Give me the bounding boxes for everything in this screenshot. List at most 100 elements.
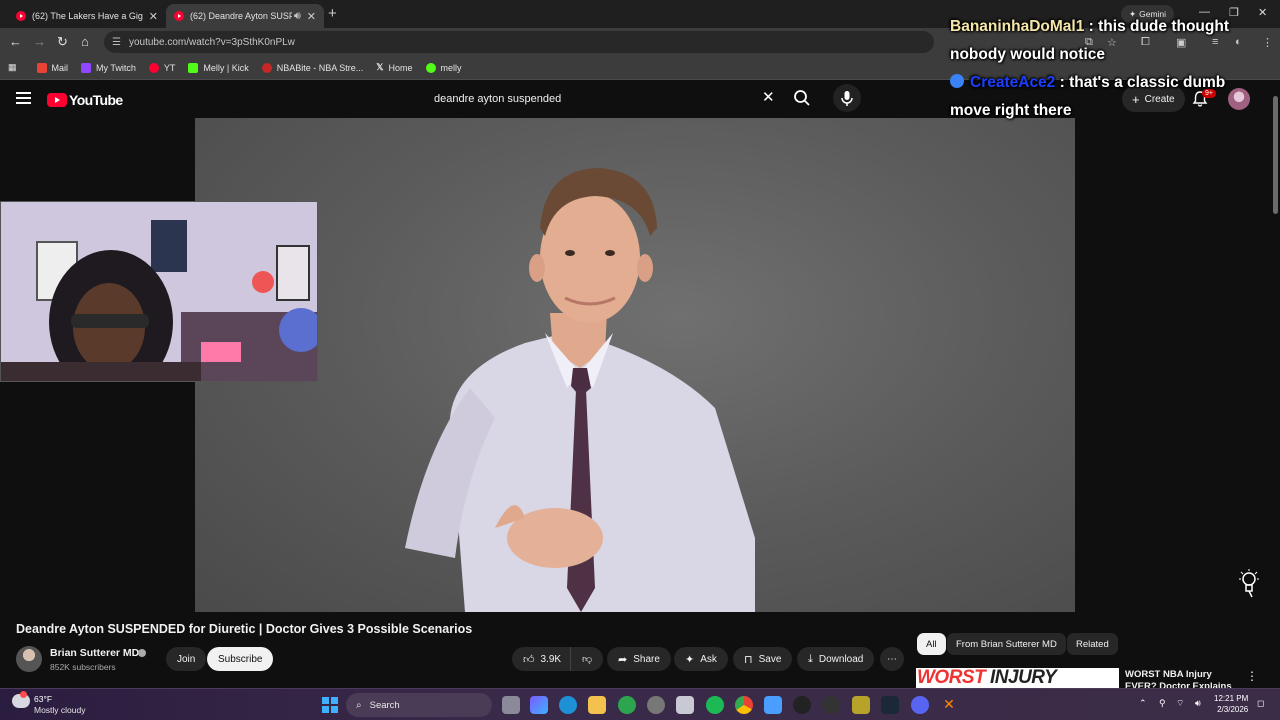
join-button[interactable]: Join — [166, 647, 207, 671]
related-video-title[interactable]: WORST NBA Injury EVER? Doctor Explains S… — [1125, 669, 1245, 688]
apps-grid-icon[interactable]: ▦ — [8, 62, 17, 73]
task-view-icon[interactable] — [502, 696, 520, 714]
download-button[interactable]: ⤓ Download — [797, 647, 875, 671]
bookmark-my-twitch[interactable]: My Twitch — [81, 62, 136, 73]
tab-title: (62) The Lakers Have a Gigantic — [32, 11, 143, 21]
weather-cloud-icon[interactable] — [12, 691, 30, 708]
video-title: Deandre Ayton SUSPENDED for Diuretic | D… — [16, 622, 473, 636]
thumbs-down-icon: 👎︎ — [582, 654, 593, 665]
save-button[interactable]: ⊓ Save — [733, 647, 793, 671]
taskbar-clock[interactable]: 12:21 PM 2/3/2026 — [1214, 694, 1248, 715]
speaker-icon[interactable]: 🔊︎ — [294, 10, 301, 23]
chip-from-channel[interactable]: From Brian Sutterer MD — [947, 633, 1066, 655]
app-icon[interactable]: ✕ — [940, 696, 958, 714]
discord-icon[interactable] — [911, 696, 929, 714]
chat-message: BananinhaDoMal1 : this dude thought nobo… — [950, 13, 1250, 69]
close-tab-icon[interactable]: ✕ — [149, 10, 158, 23]
video-frame-presenter — [405, 168, 755, 612]
bookmark-yt[interactable]: YT — [148, 62, 175, 73]
chrome-icon[interactable] — [735, 696, 753, 714]
gmail-icon — [36, 62, 47, 73]
subscribe-button[interactable]: Subscribe — [207, 647, 274, 671]
window-close-icon[interactable]: ✕ — [1258, 6, 1267, 19]
reload-icon[interactable]: ↻ — [57, 34, 68, 50]
address-bar[interactable]: ☰ youtube.com/watch?v=3pSthK0nPLw — [104, 31, 934, 53]
verified-check-icon — [138, 649, 146, 657]
search-icon[interactable] — [793, 89, 811, 107]
chip-all[interactable]: All — [917, 633, 946, 655]
youtube-favicon-icon — [174, 11, 184, 21]
settings-gear-icon[interactable] — [647, 696, 665, 714]
lightbulb-icon[interactable] — [1236, 568, 1262, 598]
like-button[interactable]: 👍︎ 3.9K — [512, 647, 572, 671]
forward-icon[interactable]: → — [33, 34, 46, 49]
x-logo-icon: 𝕏 — [376, 62, 384, 72]
bookmark-melly[interactable]: melly — [425, 62, 462, 73]
volume-icon[interactable]: 🔊︎ — [1195, 698, 1201, 709]
chat-username: BananinhaDoMal1 — [950, 18, 1085, 35]
new-tab-button[interactable]: + — [328, 5, 337, 22]
notification-center-icon[interactable]: ◻ — [1257, 698, 1264, 709]
verified-badge-icon — [950, 74, 964, 88]
dislike-button[interactable]: 👎︎ — [570, 647, 604, 671]
page-scrollbar-thumb[interactable] — [1273, 96, 1278, 214]
temperature: 63°F — [34, 694, 53, 704]
back-icon[interactable]: ← — [9, 34, 22, 49]
bookmark-melly-kick[interactable]: Melly | Kick — [188, 62, 249, 73]
bookmark-label: NBABite - NBA Stre... — [276, 62, 364, 73]
bookmark-label: My Twitch — [96, 62, 136, 73]
share-button[interactable]: ➦ Share — [607, 647, 671, 671]
clear-search-icon[interactable]: ✕ — [762, 90, 775, 105]
taskbar-search-label: Search — [369, 699, 400, 711]
copilot-icon[interactable] — [530, 696, 548, 714]
home-icon[interactable]: ⌂ — [81, 34, 89, 49]
chip-related[interactable]: Related — [1067, 633, 1118, 655]
obs-icon[interactable] — [822, 696, 840, 714]
taskbar-search[interactable]: ⌕ Search — [346, 693, 492, 717]
tab-title: (62) Deandre Ayton SUSPENDED — [190, 11, 292, 21]
store-icon[interactable] — [676, 696, 694, 714]
join-label: Join — [177, 653, 196, 665]
media-player-icon[interactable] — [793, 696, 811, 714]
bookmark-nbabite[interactable]: NBABite - NBA Stre... — [261, 62, 364, 73]
voice-search-button[interactable] — [833, 84, 861, 112]
ask-button[interactable]: ✦ Ask — [674, 647, 728, 671]
tray-chevron-icon[interactable]: ⌃ — [1139, 698, 1147, 709]
thumbs-up-icon: 👍︎ — [523, 653, 535, 666]
photos-icon[interactable] — [764, 696, 782, 714]
browser-tab-lakers[interactable]: (62) The Lakers Have a Gigantic ✕ — [8, 4, 166, 28]
spotify-icon[interactable] — [706, 696, 724, 714]
bookmark-icon: ⊓ — [744, 653, 753, 666]
search-input[interactable]: deandre ayton suspended — [424, 84, 786, 114]
related-video-thumbnail[interactable]: WORST INJURY EVER? — [916, 668, 1119, 690]
bookmark-label: melly — [440, 62, 462, 73]
xbox-icon[interactable] — [618, 696, 636, 714]
file-explorer-icon[interactable] — [588, 696, 606, 714]
youtube-play-icon — [47, 93, 67, 107]
weather-description: Mostly cloudy — [34, 705, 86, 715]
thumbnail-text: WORST INJURY EVER? — [917, 668, 1119, 690]
sparkle-icon: ✦ — [685, 653, 695, 666]
wifi-icon[interactable]: ⌔ — [1176, 698, 1184, 709]
windows-start-icon[interactable] — [322, 697, 338, 713]
youtube-logo[interactable]: YouTube — [47, 92, 123, 108]
more-actions-button[interactable]: ⋯ — [880, 647, 904, 671]
video-player[interactable] — [195, 118, 1075, 612]
bookmark-label: Mail — [51, 62, 69, 73]
related-more-icon[interactable]: ⋮ — [1246, 669, 1258, 683]
close-tab-icon[interactable]: ✕ — [307, 10, 316, 23]
bookmark-mail[interactable]: Mail — [36, 62, 69, 73]
kick-icon — [188, 62, 199, 73]
steam-icon[interactable] — [881, 696, 899, 714]
site-info-icon[interactable]: ☰ — [112, 37, 121, 48]
menu-kebab-icon[interactable]: ⋮ — [1262, 36, 1273, 49]
browser-tab-ayton[interactable]: (62) Deandre Ayton SUSPENDED 🔊︎ ✕ — [166, 4, 324, 28]
chat-username: CreateAce2 — [970, 74, 1056, 91]
edge-icon[interactable] — [559, 696, 577, 714]
channel-avatar[interactable] — [16, 646, 42, 672]
hamburger-menu-icon[interactable] — [16, 92, 31, 104]
search-icon: ⌕ — [356, 699, 362, 711]
bookmark-home[interactable]: 𝕏 Home — [376, 62, 412, 73]
game-app-icon[interactable] — [852, 696, 870, 714]
channel-name[interactable]: Brian Sutterer MD — [50, 647, 139, 659]
